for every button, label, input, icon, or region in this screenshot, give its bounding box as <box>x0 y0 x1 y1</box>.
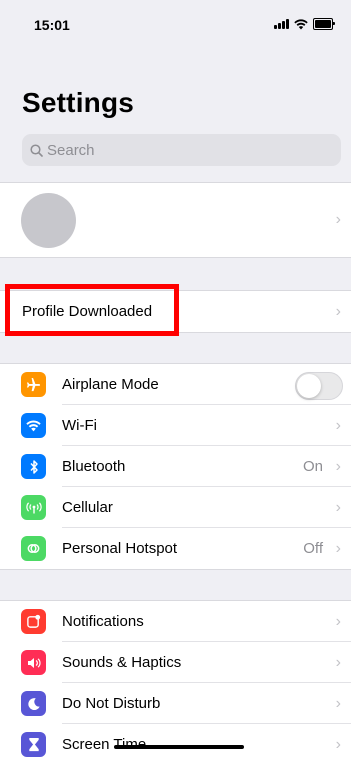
chevron-right-icon: › <box>335 416 341 434</box>
notifications-icon <box>21 609 46 634</box>
home-indicator[interactable] <box>114 745 244 749</box>
wifi-icon <box>294 18 308 29</box>
personal-hotspot-value: Off <box>303 540 323 557</box>
airplane-mode-row[interactable]: Airplane Mode <box>0 364 351 405</box>
profile-row[interactable]: › <box>0 183 351 257</box>
chevron-right-icon: › <box>335 211 341 228</box>
airplane-icon <box>21 372 46 397</box>
hotspot-icon <box>21 536 46 561</box>
notifications-group: Notifications › Sounds & Haptics › Do No… <box>0 600 351 765</box>
personal-hotspot-row[interactable]: Personal Hotspot Off › <box>0 528 351 569</box>
bluetooth-value: On <box>302 458 323 475</box>
chevron-right-icon: › <box>335 498 341 516</box>
cellular-label: Cellular <box>62 499 113 516</box>
page-title: Settings <box>22 87 135 118</box>
sounds-haptics-label: Sounds & Haptics <box>62 654 182 671</box>
wifi-label: Wi-Fi <box>62 417 97 434</box>
profile-downloaded-row[interactable]: Profile Downloaded › <box>0 291 351 332</box>
sounds-icon <box>21 650 46 675</box>
profile-downloaded-label: Profile Downloaded <box>22 303 153 320</box>
airplane-mode-label: Airplane Mode <box>62 376 159 393</box>
bluetooth-icon <box>21 454 46 479</box>
search-icon <box>30 143 43 157</box>
chevron-right-icon: › <box>335 735 341 753</box>
notifications-row[interactable]: Notifications › <box>0 601 351 642</box>
airplane-mode-toggle[interactable] <box>295 372 343 400</box>
chevron-right-icon: › <box>335 302 341 320</box>
toggle-knob <box>297 374 321 398</box>
status-bar: 15:01 <box>0 0 351 44</box>
avatar <box>21 192 76 248</box>
cellular-icon <box>21 495 46 520</box>
bluetooth-row[interactable]: Bluetooth On › <box>0 446 351 487</box>
sounds-haptics-row[interactable]: Sounds & Haptics › <box>0 642 351 683</box>
do-not-disturb-label: Do Not Disturb <box>62 695 161 712</box>
personal-hotspot-label: Personal Hotspot <box>62 540 178 557</box>
bluetooth-label: Bluetooth <box>62 458 126 475</box>
chevron-right-icon: › <box>335 539 341 557</box>
do-not-disturb-row[interactable]: Do Not Disturb › <box>0 683 351 724</box>
battery-icon <box>313 18 335 30</box>
wifi-icon <box>21 413 46 438</box>
signal-icon <box>274 19 289 29</box>
profile-downloaded-group: Profile Downloaded › <box>0 290 351 333</box>
profile-group: › <box>0 182 351 258</box>
moon-icon <box>21 691 46 716</box>
status-icons <box>274 18 335 30</box>
chevron-right-icon: › <box>335 694 341 712</box>
chevron-right-icon: › <box>335 612 341 630</box>
hourglass-icon <box>21 732 46 757</box>
search-field[interactable]: Search <box>22 134 341 166</box>
chevron-right-icon: › <box>335 653 341 671</box>
chevron-right-icon: › <box>335 457 341 475</box>
status-time: 15:01 <box>34 17 70 33</box>
search-placeholder: Search <box>47 141 95 159</box>
notifications-label: Notifications <box>62 613 144 630</box>
cellular-row[interactable]: Cellular › <box>0 487 351 528</box>
connectivity-group: Airplane Mode Wi-Fi › Bluetooth On › Cel… <box>0 363 351 570</box>
wifi-row[interactable]: Wi-Fi › <box>0 405 351 446</box>
